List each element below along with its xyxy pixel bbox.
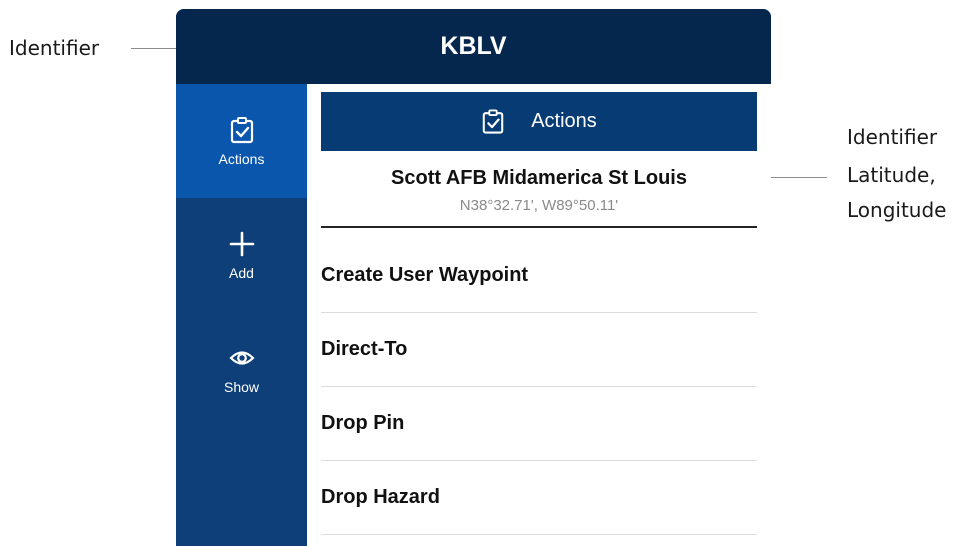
- sidebar-item-label: Actions: [218, 151, 265, 167]
- menu-item-label: Direct-To: [321, 338, 408, 360]
- actions-content: Actions Scott AFB Midamerica St Louis N3…: [307, 84, 771, 546]
- popup-header: KBLV: [176, 9, 771, 84]
- actions-section-header: Actions: [321, 92, 757, 151]
- identifier-callout-label: Identifier: [9, 36, 100, 60]
- location-callout-latitude: Latitude,: [847, 163, 936, 187]
- menu-item-label: Drop Pin: [321, 412, 405, 434]
- sidebar-item-label: Show: [223, 379, 260, 395]
- menu-item-label: Drop Hazard: [321, 486, 440, 508]
- menu-item-drop-pin[interactable]: Drop Pin: [321, 387, 757, 461]
- actions-section-title: Actions: [531, 110, 597, 132]
- menu-item-direct-to[interactable]: Direct-To: [321, 313, 757, 387]
- action-sidebar: Actions Add Show: [176, 84, 307, 546]
- sidebar-item-label: Add: [229, 265, 254, 281]
- sidebar-item-add[interactable]: Add: [176, 198, 307, 312]
- location-callout-longitude: Longitude: [847, 198, 947, 222]
- eye-icon: [227, 343, 257, 373]
- location-callout-identifier: Identifier: [847, 125, 938, 149]
- sidebar-item-actions[interactable]: Actions: [176, 84, 307, 198]
- menu-item-drop-hazard[interactable]: Drop Hazard: [321, 461, 757, 535]
- menu-item-create-user-waypoint[interactable]: Create User Waypoint: [321, 239, 757, 313]
- location-name: Scott AFB Midamerica St Louis: [391, 167, 687, 189]
- location-coordinates: N38°32.71', W89°50.11': [459, 197, 619, 214]
- divider: [321, 226, 757, 228]
- sidebar-item-show[interactable]: Show: [176, 312, 307, 426]
- plus-icon: [227, 229, 257, 259]
- clipboard-check-icon: [481, 108, 505, 135]
- waypoint-popup: KBLV Actions Add Show Actions Scott AFB …: [176, 9, 771, 546]
- menu-item-label: Create User Waypoint: [321, 264, 529, 286]
- clipboard-check-icon: [227, 115, 257, 145]
- waypoint-identifier: KBLV: [440, 32, 507, 60]
